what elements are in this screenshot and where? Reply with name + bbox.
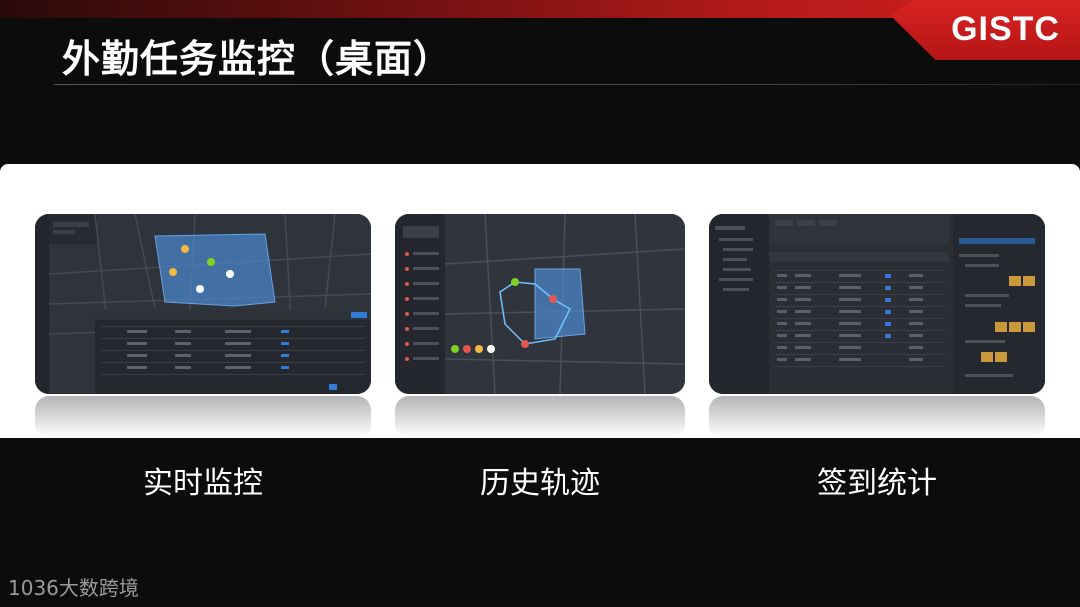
footer-watermark-logo: 1036大数跨境: [8, 576, 139, 600]
brand-logo: GISTC: [951, 10, 1060, 48]
page-title: 外勤任务监控（桌面）: [62, 37, 453, 81]
history-track-screenshot[interactable]: [395, 214, 685, 394]
checkin-stats-image: [709, 214, 1045, 394]
realtime-monitor-screenshot[interactable]: [35, 214, 371, 394]
checkin-stats-reflection: [709, 396, 1045, 438]
history-track-image: [395, 214, 685, 394]
realtime-monitor-reflection: [35, 396, 371, 438]
caption-checkin-stats: 签到统计: [817, 466, 937, 501]
realtime-monitor-image: [35, 214, 371, 394]
screenshot-panel: [0, 164, 1080, 438]
caption-realtime-monitor: 实时监控: [143, 466, 263, 501]
title-divider: [54, 84, 1080, 85]
slide: GISTC 外勤任务监控（桌面） 实时监控 历史轨迹 签到统计 1036大数跨境: [0, 0, 1080, 607]
checkin-stats-screenshot[interactable]: [709, 214, 1045, 394]
caption-history-track: 历史轨迹: [480, 466, 600, 501]
history-track-reflection: [395, 396, 685, 438]
